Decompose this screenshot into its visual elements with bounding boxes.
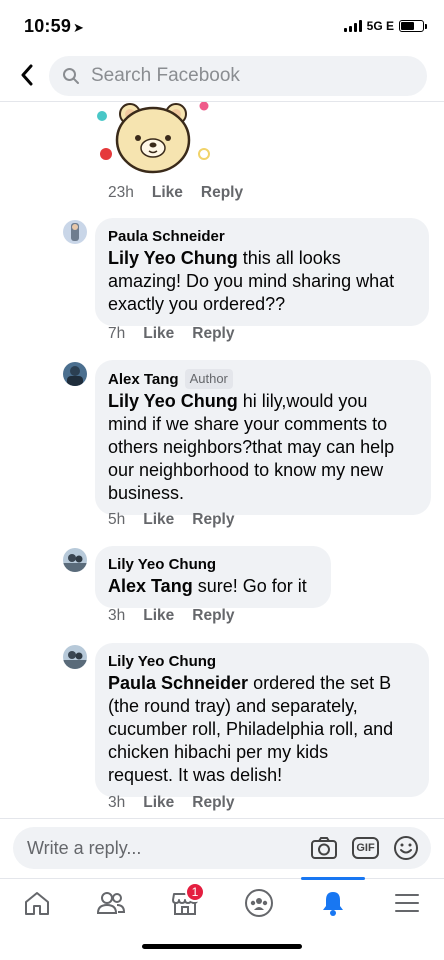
comment-line: amazing! Do you mind sharing what xyxy=(108,271,395,291)
search-placeholder: Search Facebook xyxy=(91,65,240,86)
reply-button[interactable]: Reply xyxy=(201,184,243,202)
like-button[interactable]: Like xyxy=(143,794,174,812)
author-badge: Author xyxy=(184,369,233,389)
gif-label: GIF xyxy=(356,842,375,854)
comment-text: Lily Yeo Chung hi lily,would you mind if… xyxy=(108,390,418,505)
like-button[interactable]: Like xyxy=(143,325,174,343)
clock: 10:59 xyxy=(24,16,72,36)
nav-home[interactable] xyxy=(0,879,74,926)
network-label: 5G E xyxy=(366,19,394,33)
comment-line: our neighborhood to know my new xyxy=(108,460,384,480)
nav-notifications[interactable] xyxy=(296,877,370,926)
mention-link[interactable]: Alex Tang xyxy=(108,576,193,596)
comment-actions: 23h Like Reply xyxy=(108,184,243,202)
home-indicator[interactable] xyxy=(142,944,302,949)
reply-button[interactable]: Reply xyxy=(192,325,234,343)
nav-menu[interactable] xyxy=(370,879,444,926)
comment-actions: 5h Like Reply xyxy=(108,511,234,529)
notifications-icon xyxy=(323,891,343,916)
comment-author[interactable]: Alex Tang xyxy=(108,370,179,389)
avatar[interactable] xyxy=(63,220,87,244)
friends-icon xyxy=(96,891,126,914)
comment-time: 23h xyxy=(108,184,134,201)
reply-icons: GIF xyxy=(310,835,419,861)
search-icon xyxy=(63,68,79,84)
mention-link[interactable]: Lily Yeo Chung xyxy=(108,391,238,411)
avatar[interactable] xyxy=(63,645,87,669)
notification-badge: 1 xyxy=(185,882,205,902)
comment-bubble[interactable]: Lily Yeo Chung Paula Schneider ordered t… xyxy=(95,643,429,797)
comment-bubble[interactable]: Paula Schneider Lily Yeo Chung this all … xyxy=(95,218,429,326)
groups-icon xyxy=(245,888,273,917)
comment-line: business. xyxy=(108,483,185,503)
comment-line: (the round tray) and separately, xyxy=(108,696,358,716)
like-button[interactable]: Like xyxy=(143,607,174,625)
reply-bar: Write a reply... GIF xyxy=(0,818,444,878)
comment-time: 7h xyxy=(108,325,126,342)
battery-icon xyxy=(399,20,427,32)
comment-time: 3h xyxy=(108,607,126,624)
avatar[interactable] xyxy=(63,548,87,572)
nav-marketplace[interactable]: 1 xyxy=(148,879,222,926)
comment-line: cucumber roll, Philadelphia roll, and xyxy=(108,719,394,739)
location-arrow-icon: ➤ xyxy=(73,20,85,35)
comment-actions: 3h Like Reply xyxy=(108,794,234,812)
search-header: Search Facebook xyxy=(0,52,444,102)
back-button[interactable] xyxy=(16,62,38,88)
comment-line: chicken hibachi per my kids xyxy=(108,742,329,762)
like-button[interactable]: Like xyxy=(143,511,174,529)
status-right: 5G E xyxy=(343,19,427,33)
comment-line: sure! Go for it xyxy=(192,576,307,596)
status-bar: 10:59 ➤ 5G E xyxy=(0,0,444,52)
reply-button[interactable]: Reply xyxy=(192,607,234,625)
comment-line: ordered the set B xyxy=(248,673,392,693)
comment-line: exactly you ordered?? xyxy=(108,294,286,314)
comment-author[interactable]: Paula Schneider xyxy=(108,227,225,246)
comment-line: mind if we share your comments to xyxy=(108,414,388,434)
comment-text: Lily Yeo Chung this all looks amazing! D… xyxy=(108,247,416,316)
comment-time: 3h xyxy=(108,794,126,811)
bottom-nav: 1 xyxy=(0,877,444,926)
mention-link[interactable]: Lily Yeo Chung xyxy=(108,248,238,268)
chevron-left-icon xyxy=(21,64,33,86)
comment-line: others neighbors?that may can help xyxy=(108,437,395,457)
nav-friends[interactable] xyxy=(74,879,148,926)
comment-text: Alex Tang sure! Go for it xyxy=(108,575,318,598)
gif-icon[interactable]: GIF xyxy=(352,837,379,859)
comment-bubble[interactable]: Lily Yeo Chung Alex Tang sure! Go for it xyxy=(95,546,331,608)
emoji-icon[interactable] xyxy=(393,835,419,861)
comment-actions: 3h Like Reply xyxy=(108,607,234,625)
like-button[interactable]: Like xyxy=(152,184,183,202)
home-icon xyxy=(25,891,49,915)
comment-line: hi lily,would you xyxy=(237,391,368,411)
reply-input[interactable]: Write a reply... GIF xyxy=(13,827,431,869)
nav-groups[interactable] xyxy=(222,879,296,926)
comment-bubble[interactable]: Alex Tang Author Lily Yeo Chung hi lily,… xyxy=(95,360,431,515)
search-input[interactable]: Search Facebook xyxy=(49,56,427,96)
comment-line: request. It was delish! xyxy=(108,765,283,785)
comment-time: 5h xyxy=(108,511,126,528)
mention-link[interactable]: Paula Schneider xyxy=(108,673,248,693)
signal-icon xyxy=(343,20,362,32)
reply-button[interactable]: Reply xyxy=(192,794,234,812)
comment-actions: 7h Like Reply xyxy=(108,325,234,343)
status-time: 10:59 ➤ xyxy=(24,16,84,37)
camera-icon[interactable] xyxy=(310,836,338,860)
comment-author[interactable]: Lily Yeo Chung xyxy=(108,652,216,671)
menu-icon xyxy=(395,893,419,912)
comment-line: this all looks xyxy=(237,248,341,268)
avatar[interactable] xyxy=(63,362,87,386)
comment-author[interactable]: Lily Yeo Chung xyxy=(108,555,216,574)
comment-text: Paula Schneider ordered the set B (the r… xyxy=(108,672,416,787)
reply-button[interactable]: Reply xyxy=(192,511,234,529)
comment-thread[interactable]: 23h Like Reply Paula Schneider Lily Yeo … xyxy=(0,102,444,818)
reply-placeholder: Write a reply... xyxy=(27,837,142,858)
bear-sticker xyxy=(97,102,210,174)
